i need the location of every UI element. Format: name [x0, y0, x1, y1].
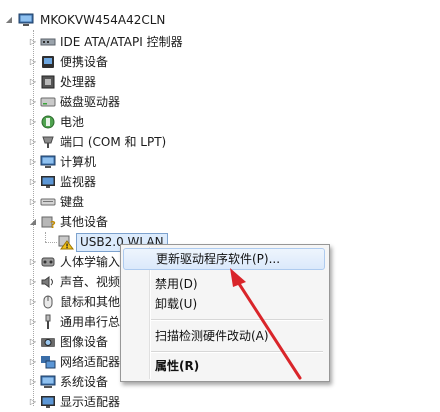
tree-item-label: 键盘 — [60, 195, 85, 209]
menu-item-disable[interactable]: 禁用(D) — [123, 273, 325, 295]
menu-item-properties[interactable]: 属性(R) — [123, 355, 325, 377]
imaging-device-icon — [40, 334, 56, 350]
tree-item-label: 监视器 — [60, 175, 97, 189]
other-devices-icon: ? — [40, 214, 56, 230]
menu-item-scan-changes[interactable]: 扫描检测硬件改动(A) — [123, 325, 325, 347]
expand-arrow-icon[interactable]: ▷ — [28, 52, 38, 72]
display-adapter-icon — [40, 394, 56, 410]
svg-text:?: ? — [50, 220, 56, 230]
ide-controller-icon — [40, 34, 56, 50]
tree-item-label: 图像设备 — [60, 335, 109, 349]
tree-item-label: 计算机 — [60, 155, 97, 169]
expand-arrow-icon[interactable]: ▷ — [28, 372, 38, 392]
expand-arrow-icon[interactable]: ▷ — [28, 332, 38, 352]
tree-item-label: 显示适配器 — [60, 395, 121, 409]
computer-icon — [40, 154, 56, 170]
expand-arrow-icon[interactable]: ▷ — [28, 272, 38, 292]
expand-arrow-icon[interactable]: ▷ — [28, 392, 38, 412]
disk-drive-icon — [40, 94, 56, 110]
battery-icon — [40, 114, 56, 130]
tree-item-label: 处理器 — [60, 75, 97, 89]
processor-icon — [40, 74, 56, 90]
collapse-arrow-icon[interactable]: ◢ — [4, 10, 14, 30]
tree-line — [45, 242, 57, 243]
tree-item-label: 其他设备 — [60, 215, 109, 229]
portable-device-icon — [40, 54, 56, 70]
menu-separator — [151, 319, 323, 321]
computer-root-icon — [18, 12, 34, 28]
menu-item-update-driver[interactable]: 更新驱动程序软件(P)... — [123, 248, 325, 270]
network-adapter-icon — [40, 354, 56, 370]
tree-item-label: 网络适配器 — [60, 355, 121, 369]
collapse-arrow-icon[interactable]: ◢ — [28, 212, 38, 232]
expand-arrow-icon[interactable]: ▷ — [28, 312, 38, 332]
tree-item-label: IDE ATA/ATAPI 控制器 — [60, 35, 183, 49]
tree-item-label: 人体学输入 — [60, 255, 121, 269]
expand-arrow-icon[interactable]: ▷ — [28, 252, 38, 272]
expand-arrow-icon[interactable]: ▷ — [28, 352, 38, 372]
tree-item-label: 便携设备 — [60, 55, 109, 69]
expand-arrow-icon[interactable]: ▷ — [28, 32, 38, 52]
expand-arrow-icon[interactable]: ▷ — [28, 192, 38, 212]
tree-line — [45, 232, 46, 242]
root-label: MKOKVW454A42CLN — [40, 13, 166, 27]
expand-arrow-icon[interactable]: ▷ — [28, 152, 38, 172]
expand-arrow-icon[interactable]: ▷ — [28, 72, 38, 92]
port-icon — [40, 134, 56, 150]
sound-icon — [40, 274, 56, 290]
hid-icon — [40, 254, 56, 270]
tree-item-label: 磁盘驱动器 — [60, 95, 121, 109]
tree-item-label: 端口 (COM 和 LPT) — [60, 135, 167, 149]
expand-arrow-icon[interactable]: ▷ — [28, 292, 38, 312]
tree-item-label: 声音、视频 — [60, 275, 121, 289]
warning-device-icon — [58, 234, 74, 250]
tree-item-label: 通用串行总 — [60, 315, 121, 329]
monitor-icon — [40, 174, 56, 190]
tree-item-label: 电池 — [60, 115, 85, 129]
expand-arrow-icon[interactable]: ▷ — [28, 92, 38, 112]
menu-item-uninstall[interactable]: 卸载(U) — [123, 293, 325, 315]
tree-item-label: 鼠标和其他 — [60, 295, 121, 309]
keyboard-icon — [40, 194, 56, 210]
system-device-icon — [40, 374, 56, 390]
menu-separator — [151, 351, 323, 353]
expand-arrow-icon[interactable]: ▷ — [28, 172, 38, 192]
expand-arrow-icon[interactable]: ▷ — [28, 112, 38, 132]
expand-arrow-icon[interactable]: ▷ — [28, 132, 38, 152]
context-menu: 更新驱动程序软件(P)... 禁用(D) 卸载(U) 扫描检测硬件改动(A) 属… — [120, 244, 330, 382]
usb-icon — [40, 314, 56, 330]
tree-item-label: 系统设备 — [60, 375, 109, 389]
mouse-icon — [40, 294, 56, 310]
